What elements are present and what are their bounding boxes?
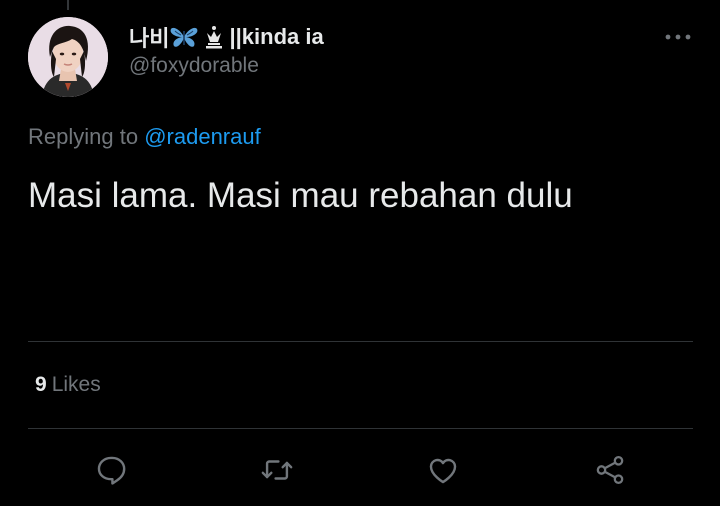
replying-to-prefix: Replying to	[28, 124, 139, 149]
author-handle[interactable]: @foxydorable	[129, 54, 324, 78]
divider	[28, 341, 693, 342]
more-dots-icon	[665, 34, 691, 40]
thread-connector-line	[67, 0, 69, 10]
reply-icon	[97, 456, 126, 485]
replying-to-handle[interactable]: @radenrauf	[144, 124, 261, 149]
replying-to: Replying to @radenrauf	[28, 124, 261, 150]
likes-count: 9	[35, 373, 47, 396]
heart-icon	[429, 458, 457, 484]
chess-queen-icon	[203, 25, 225, 49]
retweet-icon	[261, 460, 293, 480]
share-button[interactable]	[592, 452, 628, 488]
like-button[interactable]	[425, 452, 461, 488]
author-block: 나비 ||kinda ia @foxydorable	[129, 22, 324, 78]
butterfly-icon	[169, 25, 199, 49]
author-display-name[interactable]: 나비 ||kinda ia	[129, 22, 324, 52]
divider	[28, 428, 693, 429]
display-name-text: 나비	[129, 26, 170, 51]
tweet-text: Masi lama. Masi mau rebahan dulu	[28, 176, 573, 215]
display-name-suffix: ||kinda ia	[229, 24, 324, 49]
reply-button[interactable]	[93, 452, 129, 488]
retweet-button[interactable]	[259, 452, 295, 488]
share-icon	[596, 455, 624, 485]
more-options-button[interactable]	[662, 26, 694, 48]
avatar-image	[28, 17, 108, 97]
avatar[interactable]	[28, 17, 108, 97]
likes-label: Likes	[51, 373, 101, 396]
likes-stat[interactable]: 9 Likes	[35, 373, 101, 397]
